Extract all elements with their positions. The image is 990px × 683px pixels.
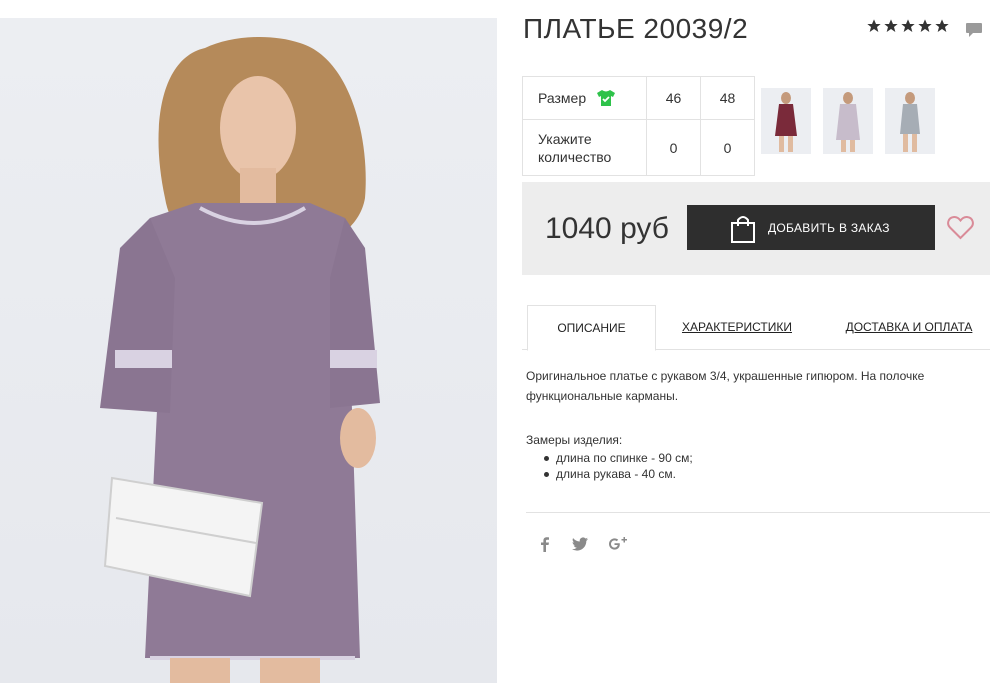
facebook-icon[interactable] [538, 536, 552, 557]
description-text: Оригинальное платье с рукавом 3/4, украш… [526, 369, 925, 403]
measure-item: длина рукава - 40 см. [544, 466, 693, 482]
star-icon [884, 19, 898, 32]
social-share [538, 536, 628, 557]
measurements: Замеры изделия: длина по спинке - 90 см;… [526, 430, 693, 482]
size-option[interactable]: 48 [700, 76, 755, 120]
google-plus-icon[interactable] [608, 536, 628, 557]
measure-item: длина по спинке - 90 см; [544, 451, 693, 465]
tab-characteristics[interactable]: ХАРАКТЕРИСТИКИ [672, 305, 802, 349]
rating-stars[interactable] [866, 18, 950, 34]
section-divider [526, 512, 990, 513]
image-thumbnails [761, 88, 935, 154]
twitter-icon[interactable] [572, 537, 588, 556]
thumbnail-image[interactable] [823, 88, 873, 154]
product-main-image[interactable] [0, 18, 497, 683]
star-icon [935, 19, 949, 32]
add-to-order-button[interactable]: ДОБАВИТЬ В ЗАКАЗ [687, 205, 935, 250]
thumbnail-image[interactable] [761, 88, 811, 154]
heart-icon[interactable] [947, 215, 974, 240]
thumbnail-image[interactable] [885, 88, 935, 154]
shopping-bag-icon [731, 216, 755, 243]
tshirt-check-icon[interactable] [596, 89, 616, 107]
comment-icon[interactable] [965, 22, 983, 38]
tab-description[interactable]: ОПИСАНИЕ [527, 305, 656, 351]
quantity-input[interactable]: 0 [646, 119, 701, 176]
star-icon [901, 19, 915, 32]
description-panel: Оригинальное платье с рукавом 3/4, украш… [526, 366, 976, 406]
price-box: 1040 руб ДОБАВИТЬ В ЗАКАЗ [522, 182, 990, 275]
size-option[interactable]: 46 [646, 76, 701, 120]
star-icon [918, 19, 932, 32]
quantity-input[interactable]: 0 [700, 119, 755, 176]
size-quantity-table: Размер 46 48 Укажите количество 0 0 [522, 76, 755, 176]
product-title: ПЛАТЬЕ 20039/2 [523, 13, 749, 44]
add-to-order-label: ДОБАВИТЬ В ЗАКАЗ [768, 220, 890, 235]
product-price: 1040 руб [545, 212, 669, 245]
size-label: Размер [538, 90, 587, 106]
star-icon [867, 19, 881, 32]
quantity-label: Укажите количество [522, 119, 647, 176]
measures-title: Замеры изделия: [526, 433, 623, 447]
tab-delivery-payment[interactable]: ДОСТАВКА И ОПЛАТА [834, 305, 984, 349]
product-tabs: ОПИСАНИЕ ХАРАКТЕРИСТИКИ ДОСТАВКА И ОПЛАТ… [522, 305, 990, 351]
